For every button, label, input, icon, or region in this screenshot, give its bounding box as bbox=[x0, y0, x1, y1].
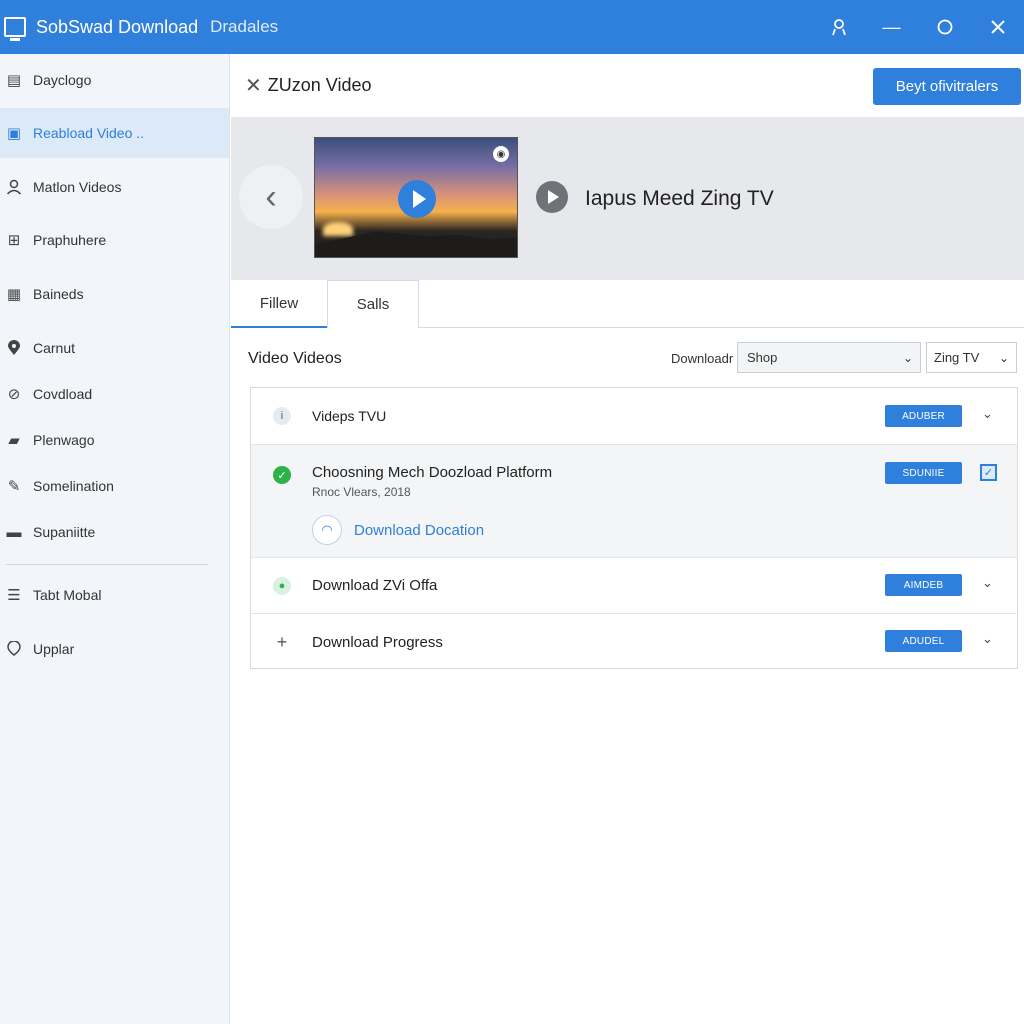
tab-bar: Fillew Salls bbox=[231, 280, 1024, 328]
main-header: ✕ ZUzon Video Beyt ofivitralers bbox=[231, 54, 1024, 117]
board-icon: ▦ bbox=[6, 286, 22, 303]
list-item[interactable]: + Download Progress ADUDEL ⌄ bbox=[251, 614, 1017, 669]
pen-icon: ✎ bbox=[7, 478, 21, 495]
list-item-expanded[interactable]: ✓ Choosning Mech Doozload Platform Rnoc … bbox=[251, 445, 1017, 558]
download-circle-icon[interactable]: ◠ bbox=[312, 515, 342, 545]
download-location-link[interactable]: Download Docation bbox=[354, 522, 484, 539]
balloon-icon bbox=[6, 641, 22, 657]
sidebar-item-supaniitte[interactable]: ▬ Supaniitte bbox=[0, 507, 229, 557]
sidebar-item-somelination[interactable]: ✎ Somelination bbox=[0, 461, 229, 511]
menu-icon: ☰ bbox=[7, 587, 21, 604]
chevron-down-icon[interactable]: ⌄ bbox=[982, 575, 993, 591]
play-circle-icon[interactable] bbox=[536, 181, 568, 213]
sidebar-item-dayclogo[interactable]: ▤ Dayclogo bbox=[0, 55, 229, 105]
chevron-down-icon[interactable]: ⌄ bbox=[982, 406, 993, 422]
sidebar-item-label: Matlon Videos bbox=[33, 179, 122, 195]
close-window-icon[interactable] bbox=[971, 0, 1024, 54]
folder-icon: ▣ bbox=[6, 125, 22, 142]
page-title: ZUzon Video bbox=[267, 75, 372, 95]
image-icon: ▰ bbox=[8, 432, 20, 449]
sidebar-item-label: Upplar bbox=[33, 641, 75, 657]
page-icon: ▤ bbox=[6, 72, 22, 89]
sidebar-item-label: Reabload Video .. bbox=[33, 125, 145, 141]
app-title: SobSwad Download bbox=[36, 16, 199, 37]
sidebar-item-label: Carnut bbox=[33, 340, 76, 356]
sidebar-item-praphuhere[interactable]: ⊞ Praphuhere bbox=[0, 215, 229, 265]
sidebar-item-label: Praphuhere bbox=[33, 232, 107, 248]
sidebar-item-label: Dayclogo bbox=[33, 72, 92, 88]
sidebar-item-matlon-videos[interactable]: Matlon Videos bbox=[0, 162, 229, 212]
row-action-button[interactable]: AIMDEB bbox=[885, 574, 962, 596]
sidebar-divider bbox=[6, 564, 208, 565]
grid-icon: ⊞ bbox=[7, 232, 21, 249]
account-icon[interactable] bbox=[812, 0, 865, 54]
close-icon[interactable]: ✕ bbox=[245, 73, 262, 98]
sidebar-item-label: Supaniitte bbox=[33, 524, 96, 540]
list-item-subtitle: Rnoc Vlears, 2018 bbox=[312, 485, 411, 499]
title-bar: SobSwad Download Dradales — bbox=[0, 0, 1024, 54]
row-action-button[interactable]: ADUDEL bbox=[885, 630, 962, 652]
list-item-title: Choosning Mech Doozload Platform bbox=[312, 464, 553, 481]
chevron-down-icon: ⌄ bbox=[998, 351, 1009, 365]
sidebar-item-reabload-video[interactable]: ▣ Reabload Video .. bbox=[0, 108, 229, 158]
row-checkbox[interactable]: ✓ bbox=[980, 464, 997, 481]
sidebar-item-label: Tabt Mobal bbox=[33, 587, 102, 603]
sidebar-item-baineds[interactable]: ▦ Baineds bbox=[0, 269, 229, 319]
badge-icon: ◉ bbox=[493, 146, 509, 162]
source-select-value: Shop bbox=[747, 350, 778, 365]
sidebar-item-covdload[interactable]: ⊘ Covdload bbox=[0, 369, 229, 419]
maximize-icon[interactable] bbox=[918, 0, 971, 54]
video-preview-band: ‹ ◉ Iapus Meed Zing TV bbox=[231, 117, 1024, 280]
user-icon bbox=[6, 179, 22, 195]
chevron-down-icon[interactable]: ⌄ bbox=[982, 631, 993, 647]
sidebar-item-label: Covdload bbox=[33, 386, 93, 402]
channel-select-value: Zing TV bbox=[934, 350, 980, 365]
location-pin-icon bbox=[6, 340, 22, 356]
section-title: Video Videos bbox=[248, 350, 342, 367]
window-controls: — bbox=[812, 0, 1024, 54]
info-icon: i bbox=[273, 407, 291, 425]
minimize-icon[interactable]: — bbox=[865, 0, 918, 54]
list-item[interactable]: ● Download ZVi Offa AIMDEB ⌄ bbox=[251, 558, 1017, 614]
sidebar-item-upplar[interactable]: Upplar bbox=[0, 624, 229, 674]
app-monitor-icon bbox=[4, 17, 26, 41]
list-item-title: Download Progress bbox=[312, 634, 443, 651]
dot-icon: ● bbox=[273, 577, 291, 595]
check-circle-icon: ✓ bbox=[273, 466, 291, 484]
row-action-button[interactable]: ADUBER bbox=[885, 405, 962, 427]
video-title: Iapus Meed Zing TV bbox=[585, 187, 774, 210]
sidebar: ▤ Dayclogo ▣ Reabload Video .. Matlon Vi… bbox=[0, 54, 230, 1024]
sidebar-item-label: Somelination bbox=[33, 478, 114, 494]
list-item-title: Videps TVU bbox=[312, 408, 387, 424]
case-icon: ▬ bbox=[6, 523, 22, 541]
chevron-down-icon: ⌄ bbox=[902, 351, 913, 365]
sunset-glow bbox=[323, 222, 353, 236]
refresh-icon: ⊘ bbox=[7, 386, 21, 403]
app-subtitle: Dradales bbox=[210, 17, 279, 36]
tab-salls[interactable]: Salls bbox=[327, 280, 419, 328]
list-item[interactable]: i Videps TVU ADUBER ⌄ bbox=[251, 388, 1017, 445]
sidebar-item-tabt-mobal[interactable]: ☰ Tabt Mobal bbox=[0, 570, 229, 620]
sidebar-item-label: Plenwago bbox=[33, 432, 95, 448]
sidebar-item-carnut[interactable]: Carnut bbox=[0, 323, 229, 373]
plus-icon: + bbox=[276, 631, 288, 652]
list-item-title: Download ZVi Offa bbox=[312, 577, 438, 594]
channel-select[interactable]: Zing TV ⌄ bbox=[926, 342, 1017, 373]
primary-action-button[interactable]: Beyt ofivitralers bbox=[873, 68, 1021, 105]
row-action-button[interactable]: SDUNIIE bbox=[885, 462, 962, 484]
play-icon[interactable] bbox=[398, 180, 436, 218]
sidebar-item-label: Baineds bbox=[33, 286, 84, 302]
video-thumbnail[interactable]: ◉ bbox=[314, 137, 518, 258]
tab-fillew[interactable]: Fillew bbox=[231, 280, 327, 328]
source-select[interactable]: Shop ⌄ bbox=[737, 342, 921, 373]
sidebar-item-plenwago[interactable]: ▰ Plenwago bbox=[0, 415, 229, 465]
chevron-left-icon[interactable]: ‹ bbox=[239, 165, 303, 229]
video-list: i Videps TVU ADUBER ⌄ ✓ Choosning Mech D… bbox=[250, 387, 1018, 669]
filter-label: Downloadr bbox=[671, 351, 734, 366]
